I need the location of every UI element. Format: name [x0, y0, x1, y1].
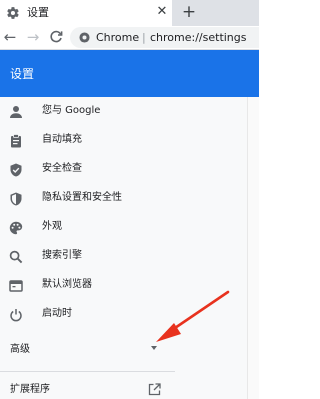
sidebar-item-safety-check[interactable]: 安全检查 — [0, 155, 175, 184]
toolbar: ← → Chrome | chrome://settings — [0, 26, 259, 50]
back-button[interactable]: ← — [2, 29, 18, 45]
sidebar-item-label: 安全检查 — [42, 163, 82, 174]
browser-icon — [9, 280, 23, 292]
sidebar-item-extensions[interactable]: 扩展程序 — [0, 380, 175, 399]
tab-title: 设置 — [27, 6, 49, 19]
gear-icon — [7, 7, 19, 19]
sidebar-item-label: 隐私设置和安全性 — [42, 192, 122, 203]
tab-strip: 设置 ✕ + — [0, 0, 259, 26]
shield-half-icon — [10, 192, 22, 206]
sidebar-item-label: 启动时 — [42, 308, 72, 319]
sidebar-item-label: 您与 Google — [42, 105, 101, 116]
sidebar-item-label: 扩展程序 — [10, 384, 50, 395]
person-icon — [10, 106, 22, 118]
address-bar[interactable]: Chrome | chrome://settings — [70, 27, 259, 48]
palette-icon — [9, 221, 23, 235]
power-icon — [10, 309, 22, 322]
url-text: chrome://settings — [150, 31, 247, 44]
chrome-logo-icon — [79, 32, 90, 43]
sidebar-item-label: 自动填充 — [42, 134, 82, 145]
open-external-icon — [148, 383, 161, 396]
omnibox-separator: | — [142, 31, 146, 44]
sidebar-item-label: 高级 — [10, 344, 30, 355]
sidebar-item-default-browser[interactable]: 默认浏览器 — [0, 271, 175, 300]
sidebar-item-search-engine[interactable]: 搜索引擎 — [0, 242, 175, 271]
sidebar-item-advanced[interactable]: 高级 — [0, 339, 175, 361]
close-icon[interactable]: ✕ — [155, 5, 169, 19]
scrollbar[interactable] — [247, 97, 259, 399]
sidebar-item-label: 搜索引擎 — [42, 250, 82, 261]
sidebar-item-label: 默认浏览器 — [42, 279, 92, 290]
tab-settings[interactable]: 设置 ✕ — [0, 0, 172, 26]
sidebar-item-label: 外观 — [42, 221, 62, 232]
sidebar-item-you-and-google[interactable]: 您与 Google — [0, 97, 175, 126]
forward-button[interactable]: → — [25, 29, 41, 45]
sidebar-item-appearance[interactable]: 外观 — [0, 213, 175, 242]
settings-header: 设置 — [0, 50, 259, 97]
sidebar-item-on-startup[interactable]: 启动时 — [0, 300, 175, 329]
search-icon — [9, 250, 23, 264]
browser-window: 设置 ✕ + ← → Chrome | chrome://settings 设置 — [0, 0, 259, 399]
page-title: 设置 — [10, 67, 35, 81]
reload-icon[interactable] — [48, 29, 64, 45]
new-tab-button[interactable]: + — [181, 3, 197, 21]
clipboard-icon — [11, 134, 21, 148]
shield-check-icon — [10, 163, 22, 177]
site-label: Chrome — [96, 31, 140, 44]
caret-down-icon — [151, 346, 157, 350]
sidebar-item-privacy[interactable]: 隐私设置和安全性 — [0, 184, 175, 213]
divider — [0, 371, 175, 372]
sidebar-item-autofill[interactable]: 自动填充 — [0, 126, 175, 155]
